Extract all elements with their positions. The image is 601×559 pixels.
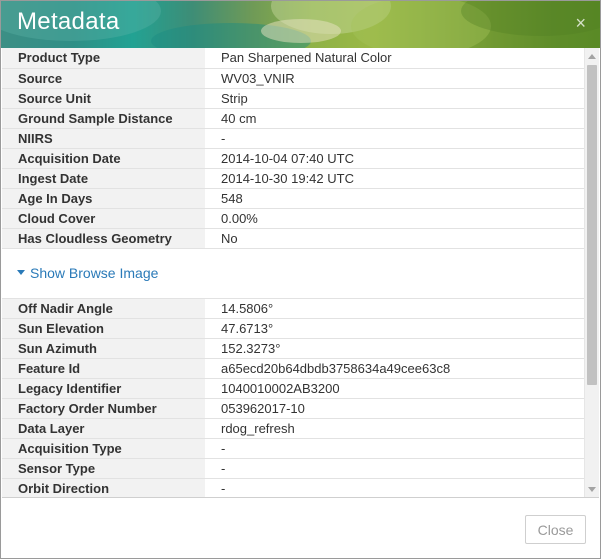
metadata-value: - <box>205 438 584 459</box>
metadata-row: Orbit Direction - <box>2 478 584 497</box>
metadata-key: NIIRS <box>2 128 205 149</box>
metadata-key: Ground Sample Distance <box>2 108 205 129</box>
show-browse-image-label: Show Browse Image <box>30 264 159 281</box>
metadata-row: Cloud Cover 0.00% <box>2 208 584 229</box>
metadata-row: Ingest Date 2014-10-30 19:42 UTC <box>2 168 584 189</box>
metadata-key: Sensor Type <box>2 458 205 479</box>
vertical-scrollbar[interactable] <box>584 48 599 497</box>
metadata-key: Acquisition Type <box>2 438 205 459</box>
metadata-key: Source <box>2 68 205 89</box>
metadata-row: Sensor Type - <box>2 458 584 479</box>
metadata-value: 47.6713° <box>205 318 584 339</box>
metadata-value: Strip <box>205 88 584 109</box>
metadata-value: 548 <box>205 188 584 209</box>
metadata-row: Source Unit Strip <box>2 88 584 109</box>
metadata-scroll-area[interactable]: Product Type Pan Sharpened Natural Color S… <box>2 48 599 498</box>
metadata-row: Age In Days 548 <box>2 188 584 209</box>
metadata-key: Age In Days <box>2 188 205 209</box>
metadata-row: Has Cloudless Geometry No <box>2 228 584 249</box>
metadata-value: No <box>205 228 584 249</box>
metadata-row: Factory Order Number 053962017-10 <box>2 398 584 419</box>
metadata-value: - <box>205 458 584 479</box>
metadata-content: Product Type Pan Sharpened Natural Color S… <box>2 48 584 497</box>
metadata-table-top: Product Type Pan Sharpened Natural Color S… <box>2 48 584 249</box>
metadata-key: Feature Id <box>2 358 205 379</box>
dialog-title: Metadata <box>17 8 120 35</box>
metadata-value: WV03_VNIR <box>205 68 584 89</box>
close-icon[interactable]: × <box>575 14 586 32</box>
metadata-value: 152.3273° <box>205 338 584 359</box>
metadata-value: 14.5806° <box>205 298 584 319</box>
metadata-row: Source WV03_VNIR <box>2 68 584 89</box>
browse-image-section: Show Browse Image <box>2 249 584 299</box>
metadata-row: Feature Id a65ecd20b64dbdb3758634a49cee63… <box>2 358 584 379</box>
scroll-down-arrow-icon[interactable] <box>588 487 596 492</box>
metadata-value: 0.00% <box>205 208 584 229</box>
metadata-key: Cloud Cover <box>2 208 205 229</box>
metadata-key: Off Nadir Angle <box>2 298 205 319</box>
metadata-key: Factory Order Number <box>2 398 205 419</box>
close-button[interactable]: Close <box>525 515 586 544</box>
metadata-key: Source Unit <box>2 88 205 109</box>
metadata-row: Legacy Identifier 1040010002AB3200 <box>2 378 584 399</box>
metadata-value: 40 cm <box>205 108 584 129</box>
metadata-key: Has Cloudless Geometry <box>2 228 205 249</box>
metadata-value: rdog_refresh <box>205 418 584 439</box>
metadata-key: Data Layer <box>2 418 205 439</box>
metadata-value: a65ecd20b64dbdb3758634a49cee63c8 <box>205 358 584 379</box>
metadata-key: Acquisition Date <box>2 148 205 169</box>
dialog-footer: Close <box>1 499 600 558</box>
metadata-value: 1040010002AB3200 <box>205 378 584 399</box>
scrollbar-thumb[interactable] <box>587 65 597 385</box>
scroll-up-arrow-icon[interactable] <box>588 54 596 59</box>
metadata-key: Sun Elevation <box>2 318 205 339</box>
metadata-row: Off Nadir Angle 14.5806° <box>2 298 584 319</box>
metadata-value: 053962017-10 <box>205 398 584 419</box>
metadata-row: Ground Sample Distance 40 cm <box>2 108 584 129</box>
metadata-value: 2014-10-04 07:40 UTC <box>205 148 584 169</box>
metadata-key: Sun Azimuth <box>2 338 205 359</box>
show-browse-image-link[interactable]: Show Browse Image <box>17 265 158 281</box>
metadata-key: Orbit Direction <box>2 478 205 497</box>
metadata-value: Pan Sharpened Natural Color <box>205 48 584 69</box>
metadata-row: Acquisition Type - <box>2 438 584 459</box>
metadata-row: Acquisition Date 2014-10-04 07:40 UTC <box>2 148 584 169</box>
metadata-value: 2014-10-30 19:42 UTC <box>205 168 584 189</box>
metadata-value: - <box>205 128 584 149</box>
metadata-dialog: Metadata × Product Type Pan Sharpened Nat… <box>0 0 601 559</box>
metadata-table-bottom: Off Nadir Angle 14.5806° Sun Elevation 47.6… <box>2 298 584 497</box>
metadata-row: Sun Azimuth 152.3273° <box>2 338 584 359</box>
metadata-row: Sun Elevation 47.6713° <box>2 318 584 339</box>
metadata-row: Data Layer rdog_refresh <box>2 418 584 439</box>
metadata-value: - <box>205 478 584 497</box>
metadata-key: Ingest Date <box>2 168 205 189</box>
metadata-row: NIIRS - <box>2 128 584 149</box>
dialog-header: Metadata × <box>1 1 600 48</box>
metadata-key: Product Type <box>2 48 205 69</box>
caret-down-icon <box>17 270 25 276</box>
metadata-key: Legacy Identifier <box>2 378 205 399</box>
metadata-row: Product Type Pan Sharpened Natural Color <box>2 48 584 69</box>
